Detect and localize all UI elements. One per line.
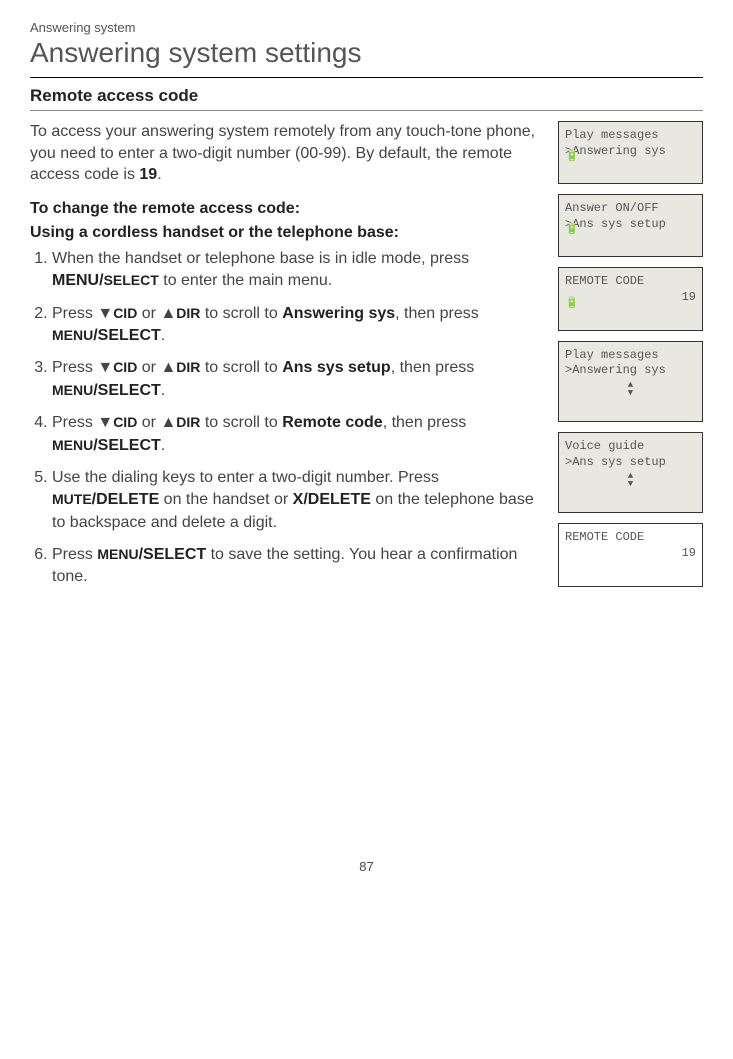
step2-press: Press: [52, 305, 97, 322]
step-2: Press ▼CID or ▲DIR to scroll to Answerin…: [52, 303, 546, 348]
subdivider: [30, 110, 703, 111]
step4-select: /SELECT: [93, 437, 161, 454]
page-title: Answering system settings: [30, 37, 703, 69]
step4-target: Remote code: [282, 414, 382, 431]
step5-on: on the handset or: [159, 491, 292, 508]
step3-press: Press: [52, 359, 97, 376]
step4-then: , then press: [383, 414, 467, 431]
step-1: When the handset or telephone base is in…: [52, 248, 546, 293]
step4-scroll: to scroll to: [200, 414, 282, 431]
step1-text: When the handset or telephone base is in…: [52, 250, 469, 267]
up-arrow-icon: ▲: [160, 359, 176, 376]
lcd-display-3: REMOTE CODE 19 🔋: [558, 267, 703, 330]
lcd3-line1: REMOTE CODE: [565, 274, 696, 290]
step1-menu: MENU/: [52, 272, 104, 289]
down-arrow-icon: ▼: [97, 359, 113, 376]
text-column: To access your answering system remotely…: [30, 121, 546, 599]
step3-dir: DIR: [176, 359, 200, 375]
step2-dir: DIR: [176, 305, 200, 321]
lcd5-line2: >Ans sys setup: [565, 455, 696, 471]
step2-or: or: [137, 305, 160, 322]
step4-press: Press: [52, 414, 97, 431]
lcd1-line2: >Answering sys: [565, 144, 696, 160]
step5-mute: MUTE: [52, 491, 92, 507]
down-arrow-icon: ▼: [97, 414, 113, 431]
divider: [30, 77, 703, 78]
lcd2-line1: Answer ON/OFF: [565, 201, 696, 217]
step6-press: Press: [52, 546, 97, 563]
step5-delete: /DELETE: [92, 491, 160, 508]
step3-cid: CID: [113, 359, 137, 375]
up-arrow-icon: ▲: [160, 414, 176, 431]
nav-arrows-icon: ▲▼: [565, 472, 696, 488]
step5-text: Use the dialing keys to enter a two-digi…: [52, 469, 439, 486]
step-3: Press ▼CID or ▲DIR to scroll to Ans sys …: [52, 357, 546, 402]
up-arrow-icon: ▲: [160, 305, 176, 322]
lcd4-line1: Play messages: [565, 348, 696, 364]
subtitle: Remote access code: [30, 86, 703, 106]
default-code: 19: [139, 166, 157, 183]
lcd-display-4: Play messages >Answering sys ▲▼: [558, 341, 703, 422]
step3-select: /SELECT: [93, 382, 161, 399]
lcd-display-2: Answer ON/OFF >Ans sys setup 🔋: [558, 194, 703, 257]
using-heading: Using a cordless handset or the telephon…: [30, 224, 546, 242]
lcd4-line2: >Answering sys: [565, 363, 696, 379]
step2-select: /SELECT: [93, 327, 161, 344]
step1-select: SELECT: [104, 272, 159, 288]
step2-menu: MENU: [52, 327, 93, 343]
nav-arrows-icon: ▲▼: [565, 381, 696, 397]
intro-period: .: [157, 166, 161, 183]
intro-paragraph: To access your answering system remotely…: [30, 121, 546, 186]
step3-end: .: [161, 382, 165, 399]
content-wrap: To access your answering system remotely…: [30, 121, 703, 599]
step3-target: Ans sys setup: [282, 359, 390, 376]
page-number: 87: [30, 859, 703, 874]
step2-then: , then press: [395, 305, 479, 322]
change-heading: To change the remote access code:: [30, 200, 546, 218]
step2-cid: CID: [113, 305, 137, 321]
lcd-display-1: Play messages >Answering sys 🔋: [558, 121, 703, 184]
lcd6-line2: 19: [565, 546, 696, 562]
intro-text: To access your answering system remotely…: [30, 123, 535, 183]
step3-menu: MENU: [52, 382, 93, 398]
steps-list: When the handset or telephone base is in…: [30, 248, 546, 589]
step3-then: , then press: [391, 359, 475, 376]
step2-target: Answering sys: [282, 305, 395, 322]
lcd6-line1: REMOTE CODE: [565, 530, 696, 546]
step3-or: or: [137, 359, 160, 376]
step3-scroll: to scroll to: [200, 359, 282, 376]
step6-select: /SELECT: [139, 546, 207, 563]
step-4: Press ▼CID or ▲DIR to scroll to Remote c…: [52, 412, 546, 457]
step4-dir: DIR: [176, 414, 200, 430]
step-6: Press MENU/SELECT to save the setting. Y…: [52, 544, 546, 589]
battery-icon: 🔋: [565, 222, 579, 236]
step5-xdelete: X/DELETE: [293, 491, 371, 508]
step2-end: .: [161, 327, 165, 344]
lcd-display-5: Voice guide >Ans sys setup ▲▼: [558, 432, 703, 513]
step6-menu: MENU: [97, 546, 138, 562]
lcd1-line1: Play messages: [565, 128, 696, 144]
lcd3-line2: 19: [565, 290, 696, 306]
lcd5-line1: Voice guide: [565, 439, 696, 455]
step4-menu: MENU: [52, 437, 93, 453]
down-arrow-icon: ▼: [97, 305, 113, 322]
lcd-display-6: REMOTE CODE 19: [558, 523, 703, 586]
step-5: Use the dialing keys to enter a two-digi…: [52, 467, 546, 534]
step2-scroll: to scroll to: [200, 305, 282, 322]
step4-end: .: [161, 437, 165, 454]
step4-or: or: [137, 414, 160, 431]
step1-end: to enter the main menu.: [159, 272, 332, 289]
section-label: Answering system: [30, 20, 703, 35]
battery-icon: 🔋: [565, 149, 579, 163]
battery-icon: 🔋: [565, 296, 579, 310]
lcd2-line2: >Ans sys setup: [565, 217, 696, 233]
step4-cid: CID: [113, 414, 137, 430]
display-column: Play messages >Answering sys 🔋 Answer ON…: [558, 121, 703, 599]
